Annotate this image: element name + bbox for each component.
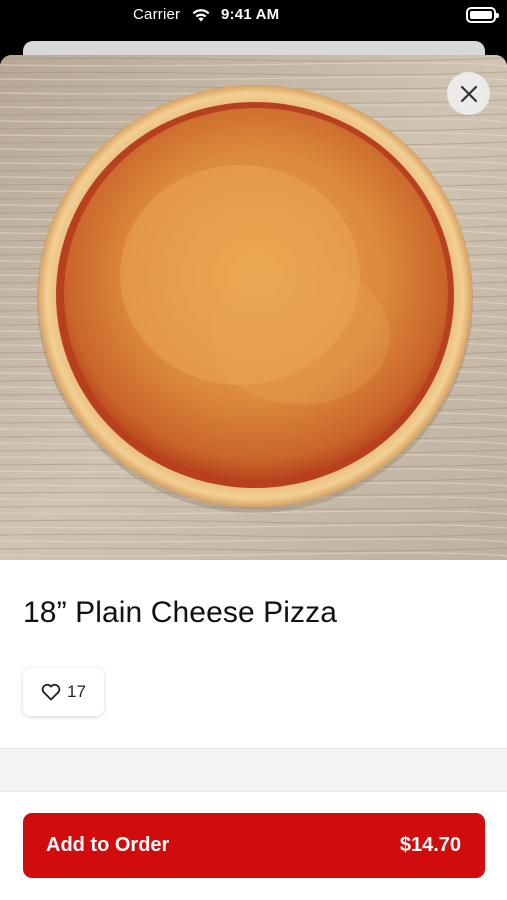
battery-icon [466, 7, 499, 23]
product-title: 18” Plain Cheese Pizza [23, 596, 338, 629]
clock-time: 9:41 AM [221, 6, 280, 23]
pizza-photo [0, 55, 507, 560]
like-count: 17 [67, 682, 86, 701]
carrier-label: Carrier [133, 6, 181, 23]
price-label: $14.70 [399, 834, 461, 856]
heart-outline-icon [41, 683, 61, 701]
status-bar: Carrier 9:41 AM [0, 0, 507, 34]
close-icon [460, 85, 477, 102]
add-to-order-label: Add to Order [46, 834, 170, 856]
add-to-order-button[interactable]: Add to Order $14.70 [23, 813, 485, 878]
like-button[interactable]: 17 [23, 668, 104, 716]
close-button[interactable] [447, 72, 490, 115]
product-sheet: 18” Plain Cheese Pizza 17 Add to Order $… [0, 55, 507, 900]
wifi-icon [192, 9, 210, 22]
section-divider [0, 748, 507, 792]
